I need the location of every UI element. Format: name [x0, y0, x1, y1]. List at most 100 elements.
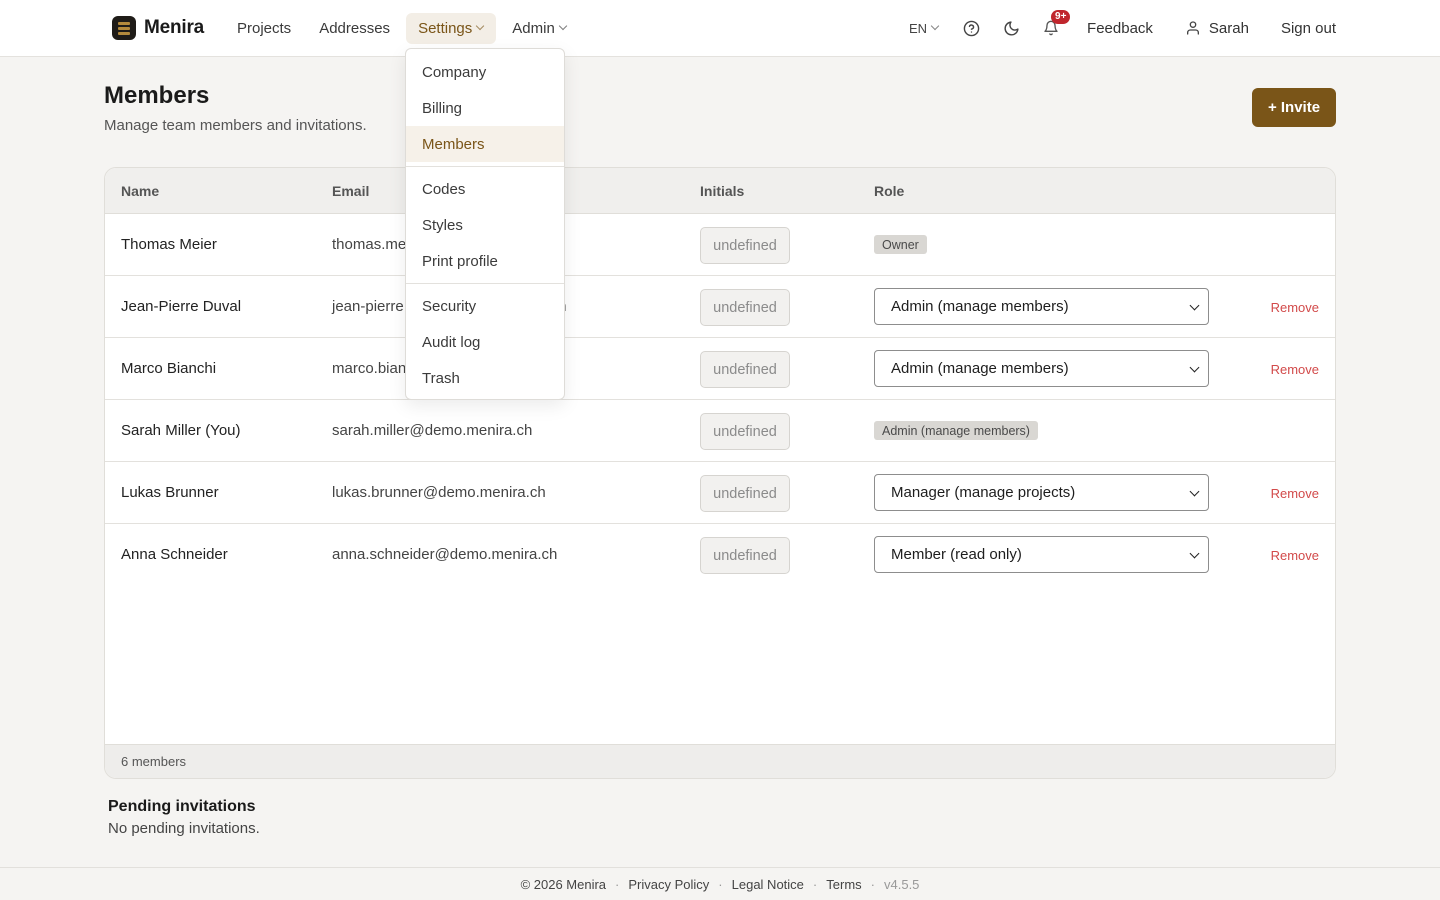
terms-link[interactable]: Terms: [826, 877, 861, 892]
role-select-value: Member (read only): [891, 546, 1022, 563]
remove-member-button[interactable]: Remove: [1271, 362, 1319, 377]
role-select-value: Admin (manage members): [891, 298, 1069, 315]
initials-input[interactable]: undefined: [700, 227, 790, 264]
language-label: EN: [908, 20, 928, 36]
page-subtitle: Manage team members and invitations.: [104, 117, 367, 134]
privacy-policy-link[interactable]: Privacy Policy: [628, 877, 709, 892]
role-select-value: Manager (manage projects): [891, 484, 1076, 501]
member-email: anna.schneider@demo.menira.ch: [332, 546, 558, 563]
menu-item-audit-log[interactable]: Audit log: [406, 324, 564, 360]
menu-item-codes[interactable]: Codes: [406, 171, 564, 207]
role-select[interactable]: Member (read only): [874, 536, 1209, 573]
member-email: lukas.brunner@demo.menira.ch: [332, 484, 546, 501]
brand-name: Menira: [144, 17, 205, 38]
page-title: Members: [104, 82, 210, 109]
help-button[interactable]: [957, 14, 985, 42]
chevron-down-icon: [560, 23, 567, 30]
main-nav: Projects Addresses Settings Admin: [225, 13, 583, 44]
member-name: Jean-Pierre Duval: [121, 298, 242, 315]
notifications-badge: 9+: [1051, 10, 1071, 24]
menu-item-print-profile[interactable]: Print profile: [406, 243, 564, 279]
nav-admin[interactable]: Admin: [500, 13, 579, 44]
footer-separator: ·: [718, 876, 723, 892]
footer-separator: ·: [812, 876, 818, 892]
menu-item-members[interactable]: Members: [406, 126, 564, 162]
chevron-down-icon: [1189, 486, 1200, 497]
menu-item-billing[interactable]: Billing: [406, 90, 564, 126]
chevron-down-icon: [477, 23, 484, 30]
initials-input[interactable]: undefined: [700, 537, 790, 574]
footer-separator: ·: [870, 876, 875, 892]
menu-item-company[interactable]: Company: [406, 54, 564, 90]
footer-separator: ·: [615, 876, 620, 892]
member-name: Sarah Miller (You): [121, 422, 241, 439]
pending-invitations-empty: No pending invitations.: [108, 820, 260, 837]
table-row: Jean-Pierre Duval jean-pierre.duval@demo…: [105, 276, 1335, 338]
member-count: 6 members: [105, 744, 1335, 778]
language-selector[interactable]: EN: [909, 21, 939, 36]
nav-settings-label: Settings: [418, 20, 473, 37]
member-name: Thomas Meier: [121, 236, 217, 253]
nav-settings[interactable]: Settings: [406, 13, 497, 44]
table-row: Anna Schneider anna.schneider@demo.menir…: [105, 524, 1335, 586]
feedback-link[interactable]: Feedback: [1087, 20, 1153, 37]
help-icon: [963, 20, 979, 36]
members-table: Name Email Initials Role Thomas Meier th…: [104, 167, 1336, 779]
user-icon: [1186, 21, 1199, 35]
nav-projects[interactable]: Projects: [225, 13, 303, 44]
member-email: sarah.miller@demo.menira.ch: [332, 422, 533, 439]
right-nav: EN 9+ Feedback Sarah Sign out: [909, 10, 1336, 44]
menu-item-security[interactable]: Security: [406, 288, 564, 324]
column-header-name: Name: [121, 183, 160, 199]
menira-logo-icon: [112, 16, 136, 40]
table-row: Marco Bianchi marco.bianchi@demo.menira.…: [105, 338, 1335, 400]
user-menu[interactable]: Sarah: [1185, 20, 1249, 37]
remove-member-button[interactable]: Remove: [1271, 548, 1319, 563]
menu-item-styles[interactable]: Styles: [406, 207, 564, 243]
top-navigation-bar: Menira Projects Addresses Settings Admin…: [0, 0, 1440, 57]
member-name: Lukas Brunner: [121, 484, 219, 501]
nav-addresses[interactable]: Addresses: [307, 13, 402, 44]
table-row: Sarah Miller (You) sarah.miller@demo.men…: [105, 400, 1335, 462]
column-header-initials: Initials: [700, 183, 745, 199]
page-footer: © 2026 Menira · Privacy Policy · Legal N…: [0, 867, 1440, 900]
initials-input[interactable]: undefined: [700, 413, 790, 450]
nav-admin-label: Admin: [512, 20, 555, 37]
copyright: © 2026 Menira: [520, 876, 607, 892]
role-badge: Owner: [874, 235, 927, 254]
remove-member-button[interactable]: Remove: [1271, 486, 1319, 501]
column-header-email: Email: [332, 183, 370, 199]
member-name: Marco Bianchi: [121, 360, 217, 377]
initials-input[interactable]: undefined: [700, 351, 790, 388]
menu-divider: [406, 166, 564, 167]
role-select[interactable]: Admin (manage members): [874, 350, 1209, 387]
role-badge: Admin (manage members): [874, 421, 1038, 440]
role-select[interactable]: Manager (manage projects): [874, 474, 1209, 511]
role-select-value: Admin (manage members): [891, 360, 1069, 377]
table-row: Thomas Meier thomas.meier@demo.menira.ch…: [105, 214, 1335, 276]
brand[interactable]: Menira: [112, 16, 204, 40]
table-row: Lukas Brunner lukas.brunner@demo.menira.…: [105, 462, 1335, 524]
theme-toggle-button[interactable]: [997, 14, 1025, 42]
menu-item-trash[interactable]: Trash: [406, 360, 564, 396]
pending-invitations-title: Pending invitations: [108, 798, 256, 815]
app-version: v4.5.5: [884, 876, 920, 892]
moon-icon: [1004, 20, 1019, 35]
settings-dropdown-menu: Company Billing Members Codes Styles Pri…: [405, 48, 565, 400]
initials-input[interactable]: undefined: [700, 289, 790, 326]
table-header: Name Email Initials Role: [105, 168, 1335, 214]
chevron-down-icon: [1189, 362, 1200, 373]
sign-out-link[interactable]: Sign out: [1281, 20, 1336, 37]
legal-notice-link[interactable]: Legal Notice: [732, 877, 804, 892]
notifications-button[interactable]: 9+: [1037, 10, 1071, 42]
menu-divider: [406, 283, 564, 284]
initials-input[interactable]: undefined: [700, 475, 790, 512]
chevron-down-icon: [1189, 548, 1200, 559]
chevron-down-icon: [932, 23, 939, 30]
column-header-role: Role: [874, 183, 905, 199]
remove-member-button[interactable]: Remove: [1271, 300, 1319, 315]
invite-button[interactable]: + Invite: [1252, 88, 1336, 127]
chevron-down-icon: [1189, 300, 1200, 311]
role-select[interactable]: Admin (manage members): [874, 288, 1209, 325]
member-name: Anna Schneider: [121, 546, 228, 563]
